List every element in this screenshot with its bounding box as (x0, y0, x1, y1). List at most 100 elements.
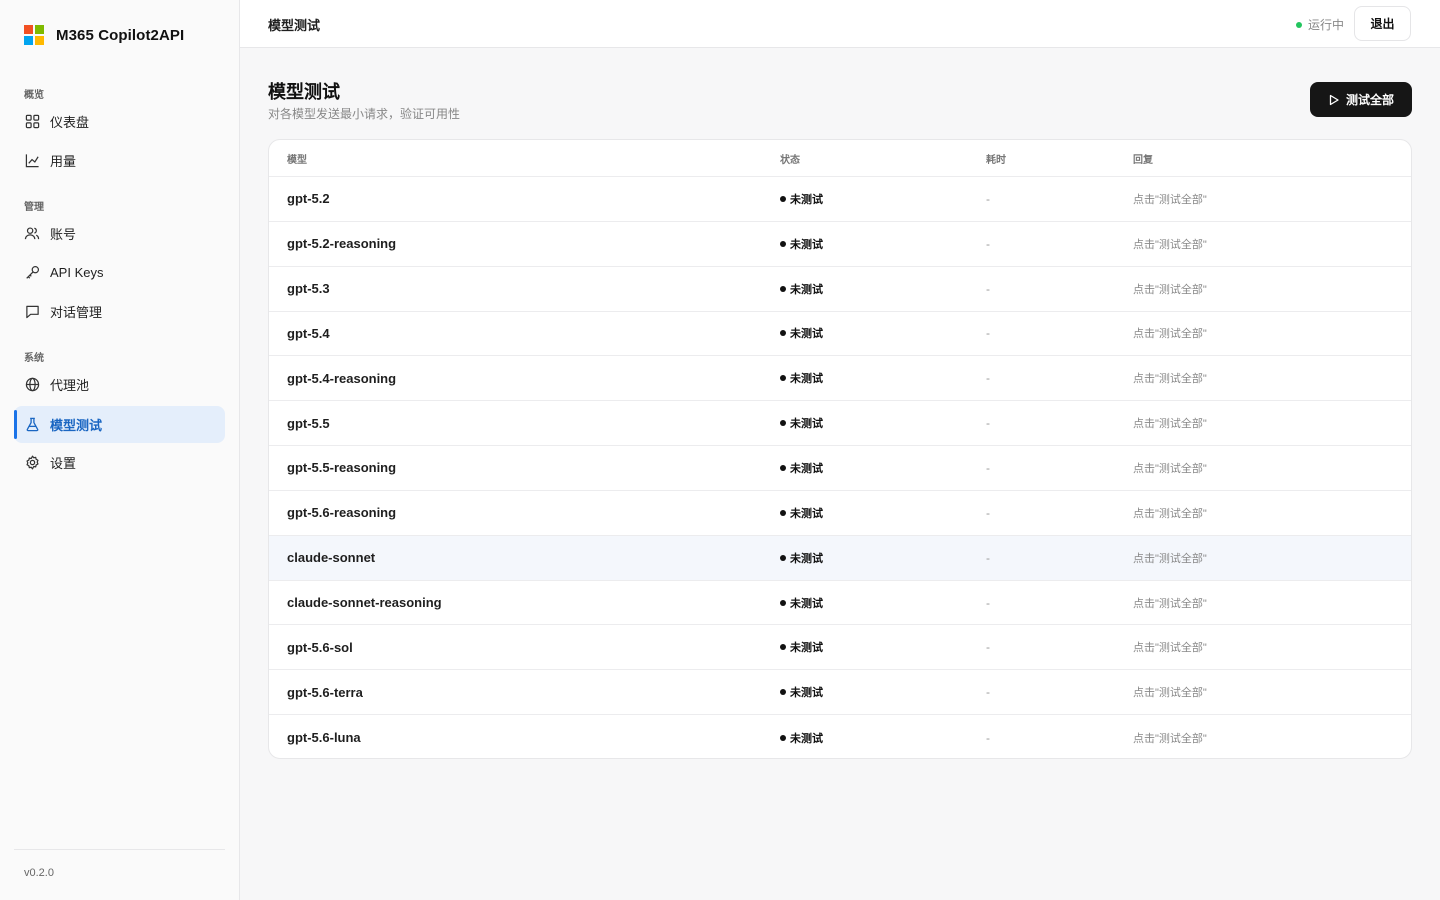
status-dot-icon (780, 554, 786, 561)
table-row[interactable]: gpt-5.5-reasoning 未测试 - 点击"测试全部" (269, 446, 1411, 491)
status-cell: 未测试 (762, 191, 968, 207)
logout-button[interactable]: 退出 (1354, 6, 1411, 41)
table-row[interactable]: gpt-5.5 未测试 - 点击"测试全部" (269, 401, 1411, 447)
latency-cell: - (986, 371, 990, 386)
table-row[interactable]: gpt-5.6-terra 未测试 - 点击"测试全部" (269, 670, 1411, 716)
status-text: 未测试 (790, 687, 823, 700)
table-row[interactable]: claude-sonnet-reasoning 未测试 - 点击"测试全部" (269, 581, 1411, 626)
sidebar-item-settings[interactable]: 设置 (14, 444, 225, 481)
model-name: gpt-5.2 (287, 191, 330, 207)
latency-cell: - (986, 730, 990, 745)
latency-cell: - (986, 505, 990, 520)
reply-cell: 点击"测试全部" (1133, 193, 1207, 206)
table-row[interactable]: gpt-5.2 未测试 - 点击"测试全部" (269, 177, 1411, 222)
sidebar-item-accounts[interactable]: 账号 (14, 215, 225, 252)
reply-cell: 点击"测试全部" (1133, 642, 1207, 655)
model-name: gpt-5.6-luna (287, 730, 361, 746)
test-all-button[interactable]: 测试全部 (1310, 82, 1412, 117)
chart-line-icon (24, 153, 40, 169)
sidebar-item-dashboard[interactable]: 仪表盘 (14, 103, 225, 140)
status-text: 未测试 (790, 552, 823, 565)
logo-square (24, 25, 33, 34)
status-cell: 未测试 (762, 370, 968, 386)
key-icon (24, 265, 40, 281)
status-text: 未测试 (790, 462, 823, 475)
flask-icon (24, 417, 40, 433)
status-dot-icon (780, 464, 786, 471)
sidebar-item-model-test[interactable]: 模型测试 (14, 406, 225, 443)
version-label: v0.2.0 (24, 867, 54, 879)
table-row[interactable]: gpt-5.6-sol 未测试 - 点击"测试全部" (269, 625, 1411, 671)
sidebar-item-label: 模型测试 (50, 418, 103, 433)
dashboard-icon (24, 114, 40, 130)
sidebar-item-proxy-pool[interactable]: 代理池 (14, 366, 225, 403)
sidebar-item-label: 用量 (50, 154, 77, 169)
sidebar-divider (14, 849, 225, 850)
status-cell: 未测试 (762, 505, 968, 521)
status-cell: 未测试 (762, 281, 968, 297)
latency-cell: - (986, 685, 990, 700)
table-row[interactable]: gpt-5.4 未测试 - 点击"测试全部" (269, 312, 1411, 357)
status-text: 未测试 (790, 507, 823, 520)
latency-cell: - (986, 640, 990, 655)
column-header-status: 状态 (780, 154, 800, 166)
status-text: 未测试 (790, 193, 823, 206)
status-text: 未测试 (790, 418, 823, 431)
status-dot-icon (780, 644, 786, 651)
table-row[interactable]: gpt-5.6-luna 未测试 - 点击"测试全部" (269, 715, 1411, 758)
column-header-time: 耗时 (986, 154, 1006, 166)
status-dot-icon (780, 330, 786, 337)
model-name: gpt-5.2-reasoning (287, 236, 397, 252)
column-header-model: 模型 (287, 154, 307, 166)
test-all-label: 测试全部 (1345, 93, 1394, 107)
page-subtitle: 对各模型发送最小请求，验证可用性 (268, 107, 461, 121)
status-text: 未测试 (790, 732, 823, 745)
section-label-system: 系统 (24, 353, 44, 364)
reply-cell: 点击"测试全部" (1133, 507, 1207, 520)
sidebar: M365 Copilot2API 概览 仪表盘 用量 管理 账号 API Key… (0, 0, 240, 900)
globe-icon (24, 377, 40, 393)
model-name: gpt-5.6-sol (287, 639, 353, 655)
model-name: claude-sonnet (287, 550, 376, 566)
status-dot-icon (780, 195, 786, 202)
model-name: gpt-5.6-terra (287, 684, 363, 700)
status-cell: 未测试 (762, 595, 968, 611)
play-icon (1328, 94, 1340, 106)
status-dot-icon (780, 240, 786, 247)
status-text: 运行中 (1307, 18, 1344, 32)
reply-cell: 点击"测试全部" (1133, 597, 1207, 610)
status-cell: 未测试 (762, 639, 968, 655)
page-title: 模型测试 (268, 82, 340, 102)
table-body: gpt-5.2 未测试 - 点击"测试全部" gpt-5.2-reasoning 未测试 -… (269, 177, 1411, 758)
sidebar-item-label: 对话管理 (50, 305, 103, 320)
reply-cell: 点击"测试全部" (1133, 283, 1207, 296)
status-cell: 未测试 (762, 460, 968, 476)
model-table: 模型 状态 耗时 回复 gpt-5.2 未测试 - 点击"测试全部" gpt-5.2-r… (268, 139, 1412, 759)
latency-cell: - (986, 460, 990, 475)
reply-cell: 点击"测试全部" (1133, 238, 1207, 251)
status-text: 未测试 (790, 642, 823, 655)
status-cell: 未测试 (762, 730, 968, 746)
table-header: 模型 状态 耗时 回复 (269, 140, 1411, 177)
latency-cell: - (986, 281, 990, 296)
sidebar-item-api-keys[interactable]: API Keys (14, 254, 225, 291)
table-row[interactable]: gpt-5.4-reasoning 未测试 - 点击"测试全部" (269, 356, 1411, 402)
latency-cell: - (986, 416, 990, 431)
status-text: 未测试 (790, 238, 823, 251)
section-label-overview: 概览 (24, 90, 44, 101)
status-dot-icon (780, 420, 786, 427)
table-row[interactable]: gpt-5.3 未测试 - 点击"测试全部" (269, 267, 1411, 312)
status-dot-icon (780, 375, 786, 382)
logo-square (35, 36, 44, 45)
model-name: gpt-5.6-reasoning (287, 505, 397, 521)
latency-cell: - (986, 191, 990, 206)
status-dot-icon (1295, 21, 1302, 28)
table-row[interactable]: claude-sonnet 未测试 - 点击"测试全部" (269, 535, 1411, 581)
model-name: gpt-5.4-reasoning (287, 370, 397, 386)
table-row[interactable]: gpt-5.2-reasoning 未测试 - 点击"测试全部" (269, 222, 1411, 267)
sidebar-item-conversations[interactable]: 对话管理 (14, 293, 225, 330)
table-row[interactable]: gpt-5.6-reasoning 未测试 - 点击"测试全部" (269, 491, 1411, 536)
sidebar-item-usage[interactable]: 用量 (14, 142, 225, 179)
latency-cell: - (986, 595, 990, 610)
sidebar-item-label: API Keys (50, 265, 104, 280)
